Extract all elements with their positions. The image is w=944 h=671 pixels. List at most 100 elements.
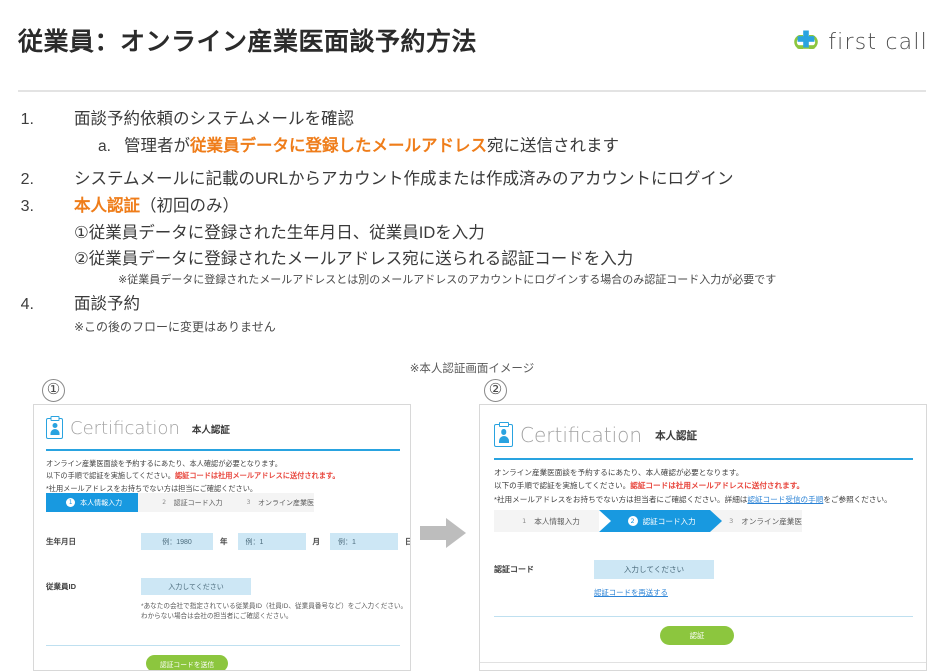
right-lead-3-post: をご参照ください。 <box>823 495 892 504</box>
item-4-number: 4. <box>20 296 34 313</box>
right-lead-2-pre: 以下の手順で認証を実施してください。 <box>494 480 631 490</box>
right-lead-2-red: 認証コードは社用メールアドレスに送付されます。 <box>630 480 805 490</box>
right-step-2-number: 2 <box>627 516 638 526</box>
screenshot-caption: ※本人認証画面イメージ <box>409 363 535 375</box>
right-cert-title-jp: 本人認証 <box>655 429 698 442</box>
right-cert-title: Certification <box>520 423 643 447</box>
right-step-1[interactable]: 1 本人情報入力 <box>494 510 612 532</box>
item-1a-text: 管理者が従業員データに登録したメールアドレス宛に送信されます <box>124 133 619 160</box>
id-badge-icon <box>46 416 63 439</box>
right-cert-header: Certification 本人認証 <box>494 421 698 447</box>
page-title: 従業員：オンライン産業医面談予約方法 <box>18 28 478 56</box>
left-lead-line-2: 以下の手順で認証を実施してください。認証コードは社用メールアドレスに送付されます… <box>46 470 340 482</box>
left-step-1-label: 本人情報入力 <box>80 499 123 507</box>
right-lead-text: オンライン産業医面談を予約するにあたり、本人確認が必要となります。 以下の手順で… <box>494 467 892 507</box>
item-4-note: ※この後のフローに変更はありません <box>74 320 276 334</box>
left-step-3-label: オンライン産業医 <box>258 499 314 507</box>
left-step-2-label: 認証コード入力 <box>173 499 223 507</box>
right-lead-3-pre: *社用メールアドレスをお持ちでない方は担当者にご確認ください。詳細は <box>494 495 748 504</box>
id-badge-icon <box>494 421 513 447</box>
right-bottom-edge <box>480 662 926 663</box>
left-footer-divider <box>46 645 400 646</box>
item-1a-marker: a. <box>98 138 111 155</box>
birth-year-unit: 年 <box>220 537 228 546</box>
left-cert-title-jp: 本人認証 <box>191 424 230 436</box>
right-arrow-icon <box>420 516 468 550</box>
birth-date-row: 生年月日 例：1980 年 例：1 月 例：1 日 <box>46 533 410 550</box>
item-1a-highlight: 従業員データに登録したメールアドレス <box>190 137 487 155</box>
left-step-2-number: 2 <box>162 499 167 506</box>
birth-day-input[interactable]: 例：1 <box>330 533 398 550</box>
item-3-line-1: ①従業員データに登録された生年月日、従業員IDを入力 <box>74 224 485 242</box>
right-lead-line-2: 以下の手順で認証を実施してください。認証コードは社用メールアドレスに送付されます… <box>494 480 892 493</box>
instruction-item-4: 4. 面談予約 ※この後のフローに変更はありません <box>0 291 944 337</box>
verify-button[interactable]: 認証 <box>660 626 734 645</box>
page-header: 従業員：オンライン産業医面談予約方法 first call <box>0 0 944 92</box>
panel-label-2: ② <box>484 379 507 402</box>
certification-screenshot-step1: Certification 本人認証 オンライン産業医面談を予約するにあたり、本… <box>33 404 411 671</box>
birth-day-unit: 日 <box>405 536 410 547</box>
birth-year-input[interactable]: 例：1980 <box>141 533 213 550</box>
employee-id-hint-2: わからない場合は会社の担当者にご確認ください。 <box>141 613 293 621</box>
left-step-3[interactable]: 3 オンライン産業医 <box>230 493 314 512</box>
left-step-indicator: 1 本人情報入力 2 認証コード入力 3 オンライン産業医 <box>46 493 314 512</box>
auth-code-input[interactable]: 入力してください <box>594 560 714 579</box>
left-cert-header: Certification 本人認証 <box>46 416 230 439</box>
send-auth-code-button[interactable]: 認証コードを送信 <box>146 655 228 670</box>
left-header-underline <box>46 449 400 451</box>
brand-logo: first call <box>793 27 928 57</box>
left-step-1[interactable]: 1 本人情報入力 <box>46 493 150 512</box>
right-step-1-label: 本人情報入力 <box>534 516 580 526</box>
employee-id-input[interactable]: 入力してください <box>141 578 251 595</box>
birth-date-label: 生年月日 <box>46 537 76 546</box>
item-3-text: 本人認証（初回のみ） <box>74 193 944 220</box>
header-divider <box>18 90 926 92</box>
left-lead-2-red: 認証コードは社用メールアドレスに送付されます。 <box>174 470 340 480</box>
right-step-3-label: オンライン産業医 <box>741 516 802 526</box>
item-3-suffix: （初回のみ） <box>140 197 239 215</box>
right-footer-divider <box>494 616 913 617</box>
right-step-3-number: 3 <box>729 517 734 525</box>
item-3-note: ※従業員データに登録されたメールアドレスとは別のメールアドレスのアカウントにログ… <box>118 274 777 286</box>
instruction-list: 1. 面談予約依頼のシステムメールを確認 a. 管理者が従業員データに登録したメ… <box>0 106 944 337</box>
right-lead-line-3: *社用メールアドレスをお持ちでない方は担当者にご確認ください。詳細は認証コード受… <box>494 494 892 507</box>
left-step-1-number: 1 <box>66 498 76 507</box>
employee-id-row: 従業員ID 入力してください *あなたの会社で指定されている従業員ID（社員ID… <box>46 578 407 622</box>
panel-label-1: ① <box>42 379 65 402</box>
left-lead-text: オンライン産業医面談を予約するにあたり、本人確認が必要となります。 以下の手順で… <box>46 458 340 495</box>
resend-auth-code-link[interactable]: 認証コードを再送する <box>594 587 668 598</box>
instruction-item-1: 1. 面談予約依頼のシステムメールを確認 a. 管理者が従業員データに登録したメ… <box>0 106 944 160</box>
auth-code-label: 認証コード <box>494 565 534 574</box>
brand-name: first call <box>828 29 928 55</box>
auth-code-row: 認証コード 入力してください 認証コードを再送する <box>494 560 714 600</box>
item-3-line-2: ②従業員データに登録されたメールアドレス宛に送られる認証コードを入力 <box>74 250 634 268</box>
right-step-indicator: 1 本人情報入力 2 認証コード入力 3 オンライン産業医 <box>494 510 802 532</box>
item-4-text: 面談予約 <box>74 295 140 313</box>
right-lead-line-1: オンライン産業医面談を予約するにあたり、本人確認が必要となります。 <box>494 468 744 477</box>
birth-month-input[interactable]: 例：1 <box>237 533 306 550</box>
first-call-logo-icon <box>793 27 819 57</box>
left-step-3-number: 3 <box>246 499 251 506</box>
employee-id-hint-1: *あなたの会社で指定されている従業員ID（社員ID、従業員番号など）をご入力くだ… <box>141 603 408 610</box>
instruction-item-3: 3. 本人認証（初回のみ） ①従業員データに登録された生年月日、従業員IDを入力… <box>0 193 944 289</box>
auth-code-procedure-link[interactable]: 認証コード受信の手順 <box>747 495 823 504</box>
item-3-number: 3. <box>20 198 34 215</box>
left-lead-line-1: オンライン産業医面談を予約するにあたり、本人確認が必要となります。 <box>46 459 282 468</box>
item-2-text: システムメールに記載のURLからアカウント作成または作成済みのアカウントにログイ… <box>74 170 734 188</box>
right-step-2-label: 認証コード入力 <box>642 516 696 526</box>
right-header-underline <box>494 458 913 460</box>
left-lead-2-pre: 以下の手順で認証を実施してください。 <box>46 470 175 480</box>
right-step-2[interactable]: 2 認証コード入力 <box>599 510 723 532</box>
left-cert-title: Certification <box>70 418 180 439</box>
item-3-highlight: 本人認証 <box>74 197 140 215</box>
item-2-number: 2. <box>20 171 34 188</box>
birth-month-unit: 月 <box>312 537 321 546</box>
right-step-1-number: 1 <box>522 517 527 525</box>
item-1-number: 1. <box>20 111 34 128</box>
right-step-3[interactable]: 3 オンライン産業医 <box>710 510 802 532</box>
item-1-text: 面談予約依頼のシステムメールを確認 <box>74 110 355 128</box>
left-step-2[interactable]: 2 認証コード入力 <box>138 493 241 512</box>
instruction-item-1a: a. 管理者が従業員データに登録したメールアドレス宛に送信されます <box>74 133 944 160</box>
certification-screenshot-step2: Certification 本人認証 オンライン産業医面談を予約するにあたり、本… <box>479 404 927 671</box>
item-1a-pre: 管理者が <box>124 137 190 155</box>
